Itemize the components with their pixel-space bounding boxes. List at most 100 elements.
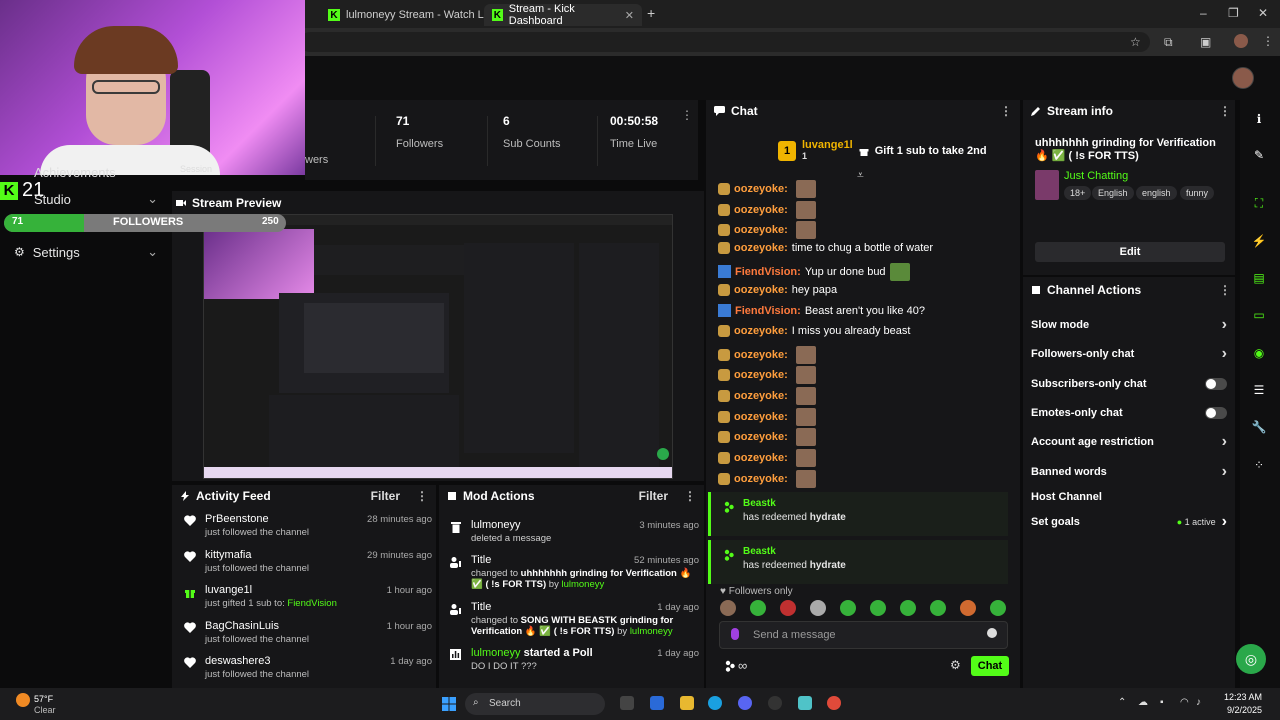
mod-filter-button[interactable]: Filter [639,489,668,503]
chrome-icon[interactable] [827,696,841,710]
stream-preview-video[interactable] [203,214,673,479]
sidebar-icon[interactable]: ▣ [1200,35,1211,49]
channel-action-emotes-only-chat[interactable]: Emotes-only chat [1031,405,1227,421]
stream-category[interactable]: Just Chatting [1064,170,1128,182]
maximize-button[interactable]: ❐ [1228,6,1239,20]
taskbar-search-box[interactable] [465,693,605,715]
extensions-icon[interactable]: ⧉ [1164,35,1173,50]
chat-username[interactable]: oozeyoke: [734,183,788,195]
quick-emote-button[interactable] [870,600,886,616]
minimize-button[interactable]: – [1200,6,1207,20]
bookmark-star-icon[interactable]: ☆ [1130,35,1141,49]
nav-studio[interactable]: Studio ⌄ [0,188,170,210]
menu-dots-icon[interactable]: ⋮ [1262,34,1274,48]
quick-emote-button[interactable] [930,600,946,616]
channel-action-host-channel[interactable]: Host Channel [1031,489,1227,505]
user-avatar[interactable] [1232,67,1254,89]
channel-action-set-goals[interactable]: Set goals ● 1 active › [1031,513,1227,530]
quick-emote-button[interactable] [960,600,976,616]
toggle-switch[interactable] [1205,407,1227,419]
tray-chevron-icon[interactable]: ⌃ [1118,697,1126,708]
chat-username[interactable]: oozeyoke: [734,390,788,402]
activity-username[interactable]: kittymafia [205,549,251,561]
broadcast-icon[interactable]: ◉ [1252,346,1266,360]
channel-actions-menu-icon[interactable]: ⋮ [1219,283,1231,297]
chat-username[interactable]: oozeyoke: [734,204,788,216]
profile-avatar-icon[interactable] [1234,34,1248,48]
collapse-pinned-icon[interactable]: ⩡ [857,168,864,183]
weather-temp[interactable]: 57°F [34,694,53,704]
chat-username[interactable]: FiendVision: [735,305,801,317]
file-explorer-icon[interactable] [680,696,694,710]
close-icon[interactable]: ✕ [625,9,634,22]
channel-points-icon[interactable] [724,660,736,672]
windows-start-icon[interactable] [442,697,456,711]
tray-app-icon[interactable]: ▪ [1160,697,1164,708]
dots-cluster-icon[interactable]: ⁘ [1252,458,1266,472]
send-chat-button[interactable]: Chat [971,656,1009,676]
help-chat-icon[interactable]: ◎ [1236,644,1266,674]
crop-icon[interactable]: ⛶ [1252,196,1266,210]
channel-action-followers-only-chat[interactable]: Followers-only chat › [1031,345,1227,362]
chat-username[interactable]: oozeyoke: [734,284,788,296]
channel-action-slow-mode[interactable]: Slow mode › [1031,316,1227,333]
activity-username[interactable]: luvange1l [205,584,252,596]
stream-info-menu-icon[interactable]: ⋮ [1219,104,1231,118]
chat-username[interactable]: oozeyoke: [734,325,788,337]
emoji-picker-icon[interactable] [987,628,997,638]
gift-target-user[interactable]: FiendVision [287,598,336,609]
chat-menu-icon[interactable]: ⋮ [1000,104,1012,118]
task-view-icon[interactable] [620,696,634,710]
volume-icon[interactable]: ♪ [1196,697,1201,708]
pencil-icon[interactable]: ✎ [1252,148,1266,162]
quick-emote-button[interactable] [810,600,826,616]
chat-username[interactable]: oozeyoke: [734,452,788,464]
mod-by-user[interactable]: lulmoneyy [561,579,604,590]
chat-username[interactable]: oozeyoke: [734,369,788,381]
edge-icon[interactable] [708,696,722,710]
activity-username[interactable]: deswashere3 [205,655,270,667]
channel-action-banned-words[interactable]: Banned words › [1031,463,1227,480]
wrench-icon[interactable]: 🔧 [1252,420,1267,434]
nav-achievements[interactable]: Achievements [34,165,116,180]
close-window-button[interactable]: ✕ [1258,6,1268,20]
chat-icon[interactable]: ▭ [1252,308,1266,322]
quick-emote-button[interactable] [720,600,736,616]
chat-username[interactable]: oozeyoke: [734,242,788,254]
discord-icon[interactable] [738,696,752,710]
document-icon[interactable]: ▤ [1252,271,1266,285]
chat-settings-gear-icon[interactable]: ⚙ [950,658,961,672]
edit-stream-info-button[interactable]: Edit [1035,242,1225,262]
chat-username[interactable]: oozeyoke: [734,224,788,236]
quick-emote-button[interactable] [750,600,766,616]
tab-kick-dashboard[interactable]: K Stream - Kick Dashboard ✕ [484,3,642,27]
wifi-icon[interactable]: ◠ [1180,697,1189,708]
pinned-gift-banner[interactable]: 1 luvange1l 1 Gift 1 sub to take 2nd [778,140,987,162]
url-field[interactable] [300,32,1150,52]
channel-action-account-age-restriction[interactable]: Account age restriction › [1031,433,1227,450]
quick-emote-button[interactable] [780,600,796,616]
tray-cloud-icon[interactable]: ☁ [1138,697,1148,708]
toggle-switch[interactable] [1205,378,1227,390]
mod-menu-icon[interactable]: ⋮ [684,489,696,503]
app-icon[interactable] [798,696,812,710]
chat-username[interactable]: FiendVision: [735,266,801,278]
list-icon[interactable]: ☰ [1252,383,1266,397]
activity-filter-button[interactable]: Filter [371,489,400,503]
chat-username[interactable]: oozeyoke: [734,473,788,485]
chat-username[interactable]: oozeyoke: [734,349,788,361]
pinned-username[interactable]: luvange1l [802,140,853,151]
quick-emote-button[interactable] [840,600,856,616]
store-icon[interactable] [650,696,664,710]
activity-username[interactable]: PrBeenstone [205,513,269,525]
obs-icon[interactable] [768,696,782,710]
nav-settings[interactable]: ⚙ Settings ⌄ [0,241,170,263]
mod-username[interactable]: lulmoneyy [471,647,521,659]
quick-emote-button[interactable] [990,600,1006,616]
chat-username[interactable]: oozeyoke: [734,411,788,423]
microphone-icon[interactable] [731,628,739,640]
new-tab-button[interactable]: + [647,5,655,21]
bolt-icon[interactable]: ⚡ [1252,234,1267,248]
stats-menu-icon[interactable]: ⋮ [681,108,693,122]
mod-username[interactable]: lulmoneyy [471,519,521,531]
